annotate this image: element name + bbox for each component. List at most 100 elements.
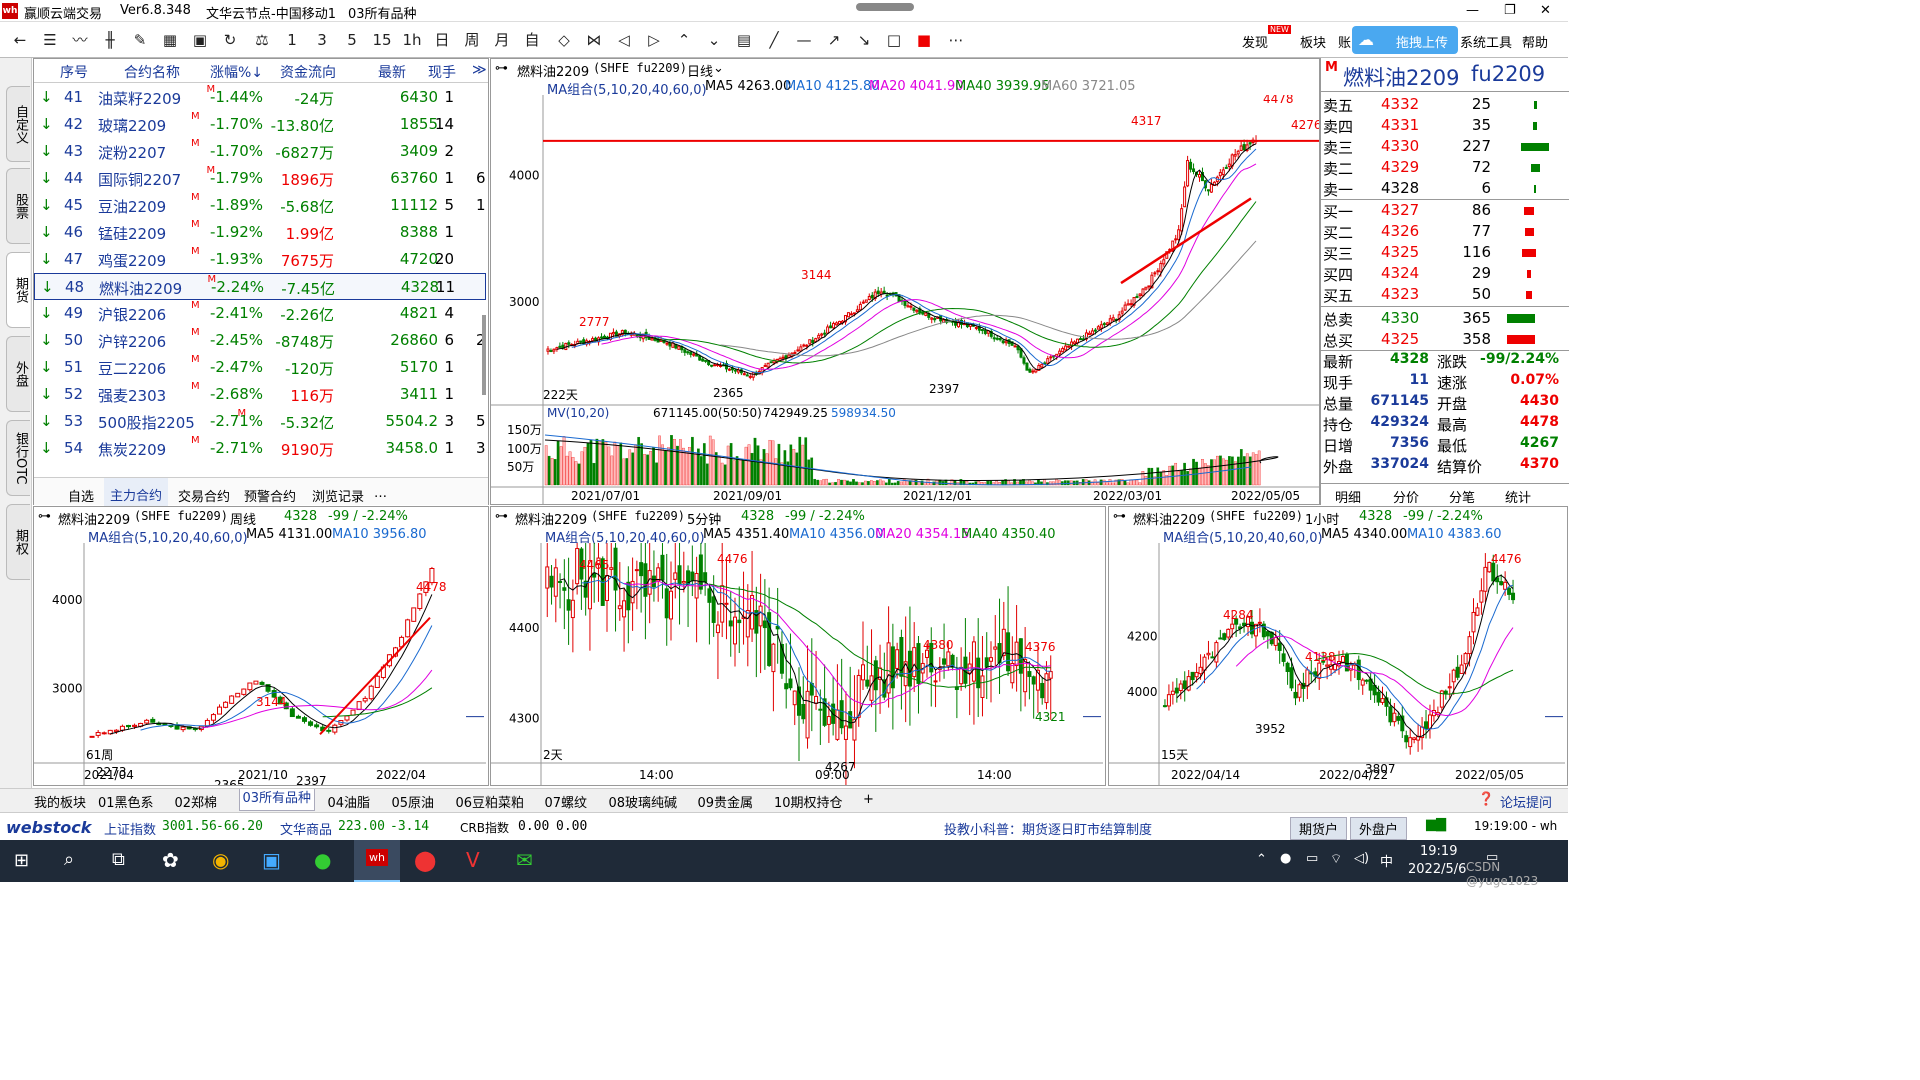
ask-row[interactable]: 卖一 4328 6 — [1321, 178, 1569, 199]
sub-chart-canvas[interactable]: 440043004465 44764380 4376426743212天14:00 0… — [491, 543, 1103, 785]
ask-row[interactable]: 卖五 4332 25 — [1321, 94, 1569, 115]
drag-handle[interactable] — [856, 3, 914, 11]
list-tab-watchlist[interactable]: 自选 — [68, 486, 94, 505]
category-tab[interactable]: 07螺纹 — [545, 792, 588, 811]
period-chevron-icon[interactable]: ⌄ — [713, 61, 724, 76]
category-tab[interactable]: 01黑色系 — [98, 792, 154, 811]
contract-name[interactable]: 焦炭2209 — [98, 439, 166, 460]
tab-futures[interactable]: 期货 — [6, 252, 30, 328]
ask-row[interactable]: 卖二 4329 72 — [1321, 157, 1569, 178]
ask-row[interactable]: 卖四 4331 35 — [1321, 115, 1569, 136]
category-tab[interactable]: 03所有品种 — [238, 789, 316, 811]
draw-icon[interactable]: ✎ — [128, 28, 152, 52]
list-item[interactable]: ↓ 48 燃料油2209 M -2.24% -7.45亿 4328 11 — [34, 273, 486, 300]
search-icon[interactable]: ⌕ — [64, 849, 74, 870]
upload-button[interactable]: ☁ 拖拽上传 — [1352, 26, 1458, 54]
category-tab[interactable]: 02郑棉 — [175, 792, 218, 811]
bid-row[interactable]: 买四 4324 29 — [1321, 263, 1569, 284]
app-pinned-3-icon[interactable]: ● — [314, 848, 331, 872]
layout-icon[interactable]: ▤ — [732, 28, 756, 52]
period-month-button[interactable]: 月 — [490, 28, 514, 52]
futures-account-button[interactable]: 期货户 — [1290, 817, 1348, 840]
ray-tool-icon[interactable]: ↗ — [822, 28, 846, 52]
bid-row[interactable]: 买一 4327 86 — [1321, 200, 1569, 221]
contract-name[interactable]: 油菜籽2209 — [98, 88, 181, 109]
quote-tab-detail[interactable]: 明细 — [1335, 487, 1361, 506]
line-chart-icon[interactable]: 〰 — [68, 28, 92, 52]
col-name[interactable]: 合约名称 — [124, 62, 180, 82]
menu-system-tools[interactable]: 系统工具 — [1460, 32, 1512, 51]
period-15-button[interactable]: 15 — [370, 28, 394, 52]
main-chart-canvas[interactable]: 4000 3000 4478 4317 3144 2777 2365 2397 4276 222天… — [491, 95, 1319, 504]
volume-icon[interactable]: ◁) — [1354, 851, 1369, 866]
list-scrollbar[interactable] — [482, 315, 486, 395]
col-change[interactable]: 涨幅%↓ — [210, 62, 263, 82]
period-1-button[interactable]: 1 — [280, 28, 304, 52]
contract-name[interactable]: 强麦2303 — [98, 385, 166, 406]
network-icon[interactable]: ▭ — [1306, 851, 1318, 866]
weekly-kline-chart[interactable]: ⊶ 燃料油2209 (SHFE fu2209) 周线 4328 -99 / -2.24% M… — [33, 506, 489, 786]
tab-stocks[interactable]: 股票 — [6, 168, 30, 244]
list-item[interactable]: ↓ 53 500股指2205 M -2.71% -5.32亿 5504.2 3 5 — [34, 408, 486, 435]
arrow-down-icon[interactable]: ⌄ — [702, 28, 726, 52]
category-tab[interactable]: 05原油 — [392, 792, 435, 811]
list-item[interactable]: ↓ 50 沪锌2206 M -2.45% -8748万 26860 6 2 — [34, 327, 486, 354]
category-tab[interactable]: 我的板块 — [34, 792, 86, 811]
category-tab[interactable]: 10期权持仓 — [774, 792, 843, 811]
mv-label[interactable]: MV(10,20) — [547, 406, 609, 420]
menu-sector[interactable]: 板块 — [1300, 32, 1326, 51]
list-item[interactable]: ↓ 51 豆二2206 M -2.47% -120万 5170 1 — [34, 354, 486, 381]
line-tool-icon[interactable]: ╱ — [762, 28, 786, 52]
contract-name[interactable]: 鸡蛋2209 — [98, 250, 166, 271]
chart-menu-icon[interactable]: ⊶ — [38, 509, 51, 524]
list-item[interactable]: ↓ 49 沪银2206 M -2.41% -2.26亿 4821 4 — [34, 300, 486, 327]
chart-menu-icon[interactable]: ⊶ — [495, 509, 508, 524]
category-tab[interactable]: + — [863, 792, 874, 807]
taskbar-time[interactable]: 19:19 — [1420, 844, 1457, 859]
list-tab-alert-contracts[interactable]: 预警合约 — [244, 486, 296, 505]
contract-name[interactable]: 沪银2206 — [98, 304, 166, 325]
category-tab[interactable]: 08玻璃纯碱 — [609, 792, 678, 811]
col-volume[interactable]: 现手 — [428, 62, 456, 82]
contract-name[interactable]: 燃料油2209 — [99, 278, 182, 299]
compare-icon[interactable]: ⚖ — [250, 28, 274, 52]
menu-discover[interactable]: 发现 — [1242, 32, 1268, 51]
list-tab-trade-contracts[interactable]: 交易合约 — [178, 486, 230, 505]
list-item[interactable]: ↓ 46 锰硅2209 M -1.92% 1.99亿 8388 1 — [34, 219, 486, 246]
quote-tab-price[interactable]: 分价 — [1393, 487, 1419, 506]
list-item[interactable]: ↓ 43 淀粉2207 M -1.70% -6827万 3409 2 — [34, 138, 486, 165]
help-icon[interactable]: ❓ — [1478, 792, 1494, 807]
forum-link[interactable]: 论坛提问 — [1500, 792, 1552, 811]
category-tab[interactable]: 04油脂 — [328, 792, 371, 811]
main-kline-chart[interactable]: ⊶ 燃料油2209 (SHFE fu2209) 日线 ⌄ MA组合(5,10,2… — [490, 58, 1320, 505]
contract-name[interactable]: 淀粉2207 — [98, 142, 166, 163]
bid-row[interactable]: 买五 4323 50 — [1321, 284, 1569, 305]
list-item[interactable]: ↓ 44 国际铜2207 M -1.79% 1896万 63760 1 6 — [34, 165, 486, 192]
list-item[interactable]: ↓ 45 豆油2209 M -1.89% -5.68亿 11112 5 1 — [34, 192, 486, 219]
app-pinned-4-icon[interactable]: ⬤ — [414, 848, 436, 872]
period-5-button[interactable]: 5 — [340, 28, 364, 52]
ime-indicator[interactable]: 中 — [1380, 851, 1393, 870]
chart-menu-icon[interactable]: ⊶ — [1113, 509, 1126, 524]
color-tool-icon[interactable]: ■ — [912, 28, 936, 52]
app-pinned-2-icon[interactable]: ▣ — [262, 848, 281, 872]
menu-account[interactable]: 账 — [1338, 32, 1351, 51]
wifi-icon[interactable]: ⌔ — [1330, 851, 1342, 867]
quote-tab-tick[interactable]: 分笔 — [1449, 487, 1475, 506]
contract-name[interactable]: 豆二2206 — [98, 358, 166, 379]
contract-name[interactable]: 豆油2209 — [98, 196, 166, 217]
period-3-button[interactable]: 3 — [310, 28, 334, 52]
col-last[interactable]: 最新 — [378, 62, 406, 82]
tab-custom[interactable]: 自定义 — [6, 86, 30, 162]
close-icon[interactable]: ✕ — [1540, 3, 1551, 18]
minimize-icon[interactable]: — — [1466, 3, 1479, 18]
contract-name[interactable]: 锰硅2209 — [98, 223, 166, 244]
period-day-button[interactable]: 日 — [430, 28, 454, 52]
bid-row[interactable]: 买三 4325 116 — [1321, 242, 1569, 263]
category-tab[interactable]: 06豆粕菜粕 — [456, 792, 525, 811]
zoom-out-icon[interactable]: ⋈ — [582, 28, 606, 52]
windows-start-icon[interactable]: ⊞ — [14, 850, 29, 871]
wenhua-taskbar-icon[interactable]: wh — [354, 840, 400, 882]
five-minute-kline-chart[interactable]: ⊶ 燃料油2209 (SHFE fu2209) 5分钟 4328 -99 / -2.24%… — [490, 506, 1106, 786]
list-item[interactable]: ↓ 52 强麦2303 M -2.68% 116万 3411 1 — [34, 381, 486, 408]
